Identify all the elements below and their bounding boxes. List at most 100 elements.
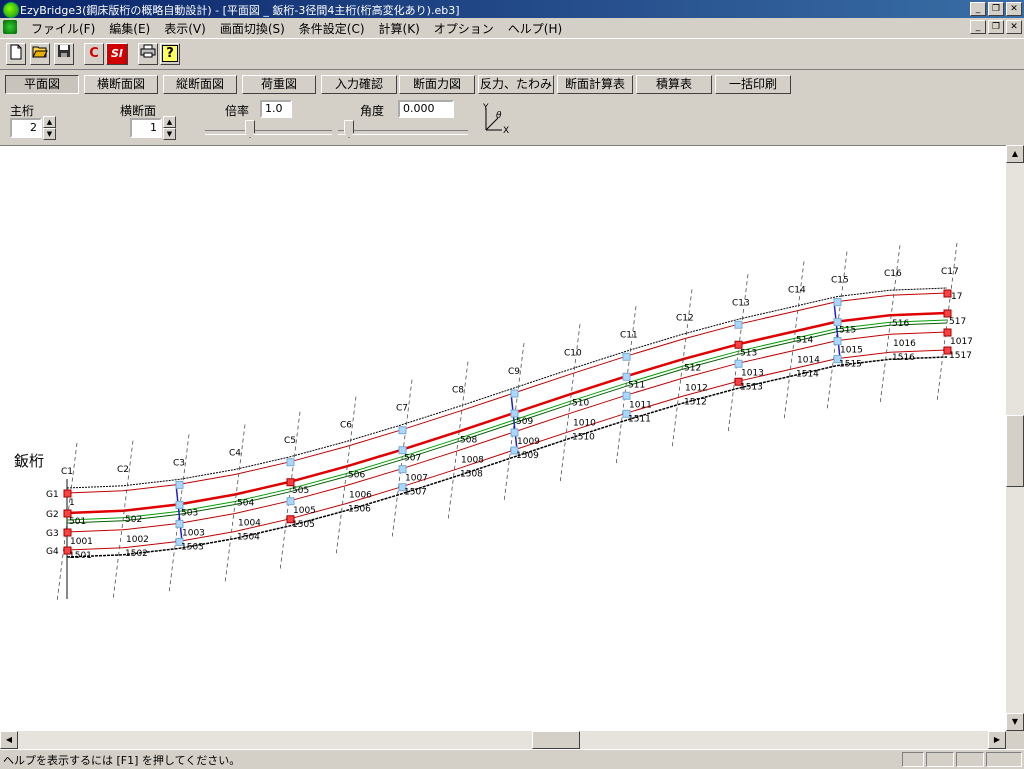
spin-up-icon[interactable]: ▲ xyxy=(43,116,56,128)
vertical-scrollbar[interactable]: ▲ ▼ xyxy=(1006,145,1024,731)
tab-0[interactable]: 平面図 xyxy=(5,75,79,94)
node-label: 513 xyxy=(740,348,757,358)
node-marker[interactable] xyxy=(175,480,184,489)
horizontal-scrollbar[interactable]: ◀ ▶ xyxy=(0,731,1006,749)
lane-line xyxy=(66,322,948,524)
menu-item-5[interactable]: 計算(K) xyxy=(372,20,427,37)
restore-button[interactable]: ❐ xyxy=(988,2,1004,16)
cross-section-spinner[interactable]: ▲ ▼ xyxy=(163,116,176,140)
tab-8[interactable]: 積算表 xyxy=(636,75,712,94)
tab-5[interactable]: 断面力図 xyxy=(399,75,475,94)
window-controls: _ ❐ ✕ xyxy=(970,2,1022,16)
tab-6[interactable]: 反力、たわみ xyxy=(478,75,554,94)
cross-section-input[interactable]: 1 xyxy=(130,118,162,138)
node-marker[interactable] xyxy=(943,309,952,318)
node-marker[interactable] xyxy=(63,528,72,537)
vertical-scroll-thumb[interactable] xyxy=(1006,415,1024,487)
tab-1[interactable]: 横断面図 xyxy=(84,75,158,94)
node-label: 504 xyxy=(237,499,254,509)
open-folder-icon[interactable] xyxy=(30,43,50,65)
node-marker[interactable] xyxy=(510,389,519,398)
node-marker[interactable] xyxy=(622,391,631,400)
node-marker[interactable] xyxy=(833,318,842,327)
node-marker[interactable] xyxy=(398,465,407,474)
cross-beam-label: C7 xyxy=(396,404,408,414)
menu-item-3[interactable]: 画面切換(S) xyxy=(213,20,292,37)
si-unit-icon[interactable]: SI xyxy=(106,43,128,65)
node-marker[interactable] xyxy=(510,428,519,437)
node-marker[interactable] xyxy=(734,340,743,349)
status-panel xyxy=(902,752,924,767)
slider-track xyxy=(338,130,468,135)
angle-label: 角度 xyxy=(360,104,385,118)
print-icon[interactable] xyxy=(138,43,158,65)
node-label: 1511 xyxy=(628,414,651,424)
node-marker[interactable] xyxy=(622,372,631,381)
window-title: EzyBridge3(鋼床版桁の概略自動設計) - [平面図 _ 鈑桁-3径間4… xyxy=(20,4,460,17)
node-marker[interactable] xyxy=(510,409,519,418)
node-marker[interactable] xyxy=(286,497,295,506)
spin-down-icon[interactable]: ▼ xyxy=(163,128,176,140)
doc-restore-button[interactable]: ❐ xyxy=(988,20,1004,34)
node-label: 1003 xyxy=(182,528,205,538)
node-marker[interactable] xyxy=(175,519,184,528)
spin-up-icon[interactable]: ▲ xyxy=(163,116,176,128)
save-disk-icon[interactable] xyxy=(54,43,74,65)
minimize-button[interactable]: _ xyxy=(970,2,986,16)
help-icon[interactable]: ? xyxy=(160,43,180,65)
node-marker[interactable] xyxy=(398,446,407,455)
tab-9[interactable]: 一括印刷 xyxy=(715,75,791,94)
tab-7[interactable]: 断面計算表 xyxy=(557,75,633,94)
menu-item-1[interactable]: 編集(E) xyxy=(102,20,157,37)
scroll-left-icon[interactable]: ◀ xyxy=(0,731,18,749)
angle-slider[interactable] xyxy=(338,118,468,138)
node-marker[interactable] xyxy=(622,352,631,361)
scroll-down-icon[interactable]: ▼ xyxy=(1006,713,1024,731)
cross-beam-label: C2 xyxy=(117,465,129,475)
slider-thumb[interactable] xyxy=(245,120,255,138)
slider-thumb[interactable] xyxy=(344,120,354,138)
tab-4[interactable]: 入力確認 xyxy=(321,75,397,94)
horizontal-scroll-thumb[interactable] xyxy=(532,731,580,749)
node-marker[interactable] xyxy=(734,359,743,368)
c-calc-icon[interactable]: C xyxy=(84,43,104,65)
node-marker[interactable] xyxy=(833,337,842,346)
menu-item-0[interactable]: ファイル(F) xyxy=(24,20,102,37)
plan-view-canvas[interactable]: 鈑桁 C1 C2 C3 C4 C5 C6 C7 C8 C9 C10 C11 C12 C13 C14 C15 C… xyxy=(0,145,1006,732)
node-marker[interactable] xyxy=(833,298,842,307)
close-button[interactable]: ✕ xyxy=(1006,2,1022,16)
main-girder-input[interactable]: 2 xyxy=(10,118,42,138)
main-girder-spinner[interactable]: ▲ ▼ xyxy=(43,116,56,140)
cross-beam-label: C12 xyxy=(676,313,694,323)
node-marker[interactable] xyxy=(286,458,295,467)
node-label: 1002 xyxy=(126,535,149,545)
node-marker[interactable] xyxy=(286,478,295,487)
scroll-right-icon[interactable]: ▶ xyxy=(988,731,1006,749)
document-icon[interactable] xyxy=(3,20,17,34)
scale-slider[interactable] xyxy=(205,118,332,138)
angle-field[interactable]: 0.000 xyxy=(398,100,454,118)
doc-minimize-button[interactable]: _ xyxy=(970,20,986,34)
menu-item-6[interactable]: オプション xyxy=(427,20,501,37)
tab-2[interactable]: 縦断面図 xyxy=(163,75,237,94)
menu-item-7[interactable]: ヘルプ(H) xyxy=(501,20,569,37)
app-icon xyxy=(3,2,19,18)
menu-item-4[interactable]: 条件設定(C) xyxy=(292,20,372,37)
menu-item-2[interactable]: 表示(V) xyxy=(157,20,213,37)
node-marker[interactable] xyxy=(943,328,952,337)
node-marker[interactable] xyxy=(63,509,72,518)
scale-field[interactable]: 1.0 xyxy=(260,100,292,118)
node-marker[interactable] xyxy=(63,489,72,498)
node-label: 1512 xyxy=(684,397,707,407)
node-label: 1513 xyxy=(740,382,763,392)
new-file-icon[interactable] xyxy=(6,43,26,65)
tab-3[interactable]: 荷重図 xyxy=(242,75,316,94)
spin-down-icon[interactable]: ▼ xyxy=(43,128,56,140)
node-marker[interactable] xyxy=(398,426,407,435)
node-marker[interactable] xyxy=(734,320,743,329)
doc-close-button[interactable]: ✕ xyxy=(1006,20,1022,34)
scroll-up-icon[interactable]: ▲ xyxy=(1006,145,1024,163)
node-marker[interactable] xyxy=(943,289,952,298)
menu-bar: ファイル(F) 編集(E) 表示(V) 画面切換(S) 条件設定(C) 計算(K) オプショ… xyxy=(0,18,1024,37)
node-marker[interactable] xyxy=(175,500,184,509)
